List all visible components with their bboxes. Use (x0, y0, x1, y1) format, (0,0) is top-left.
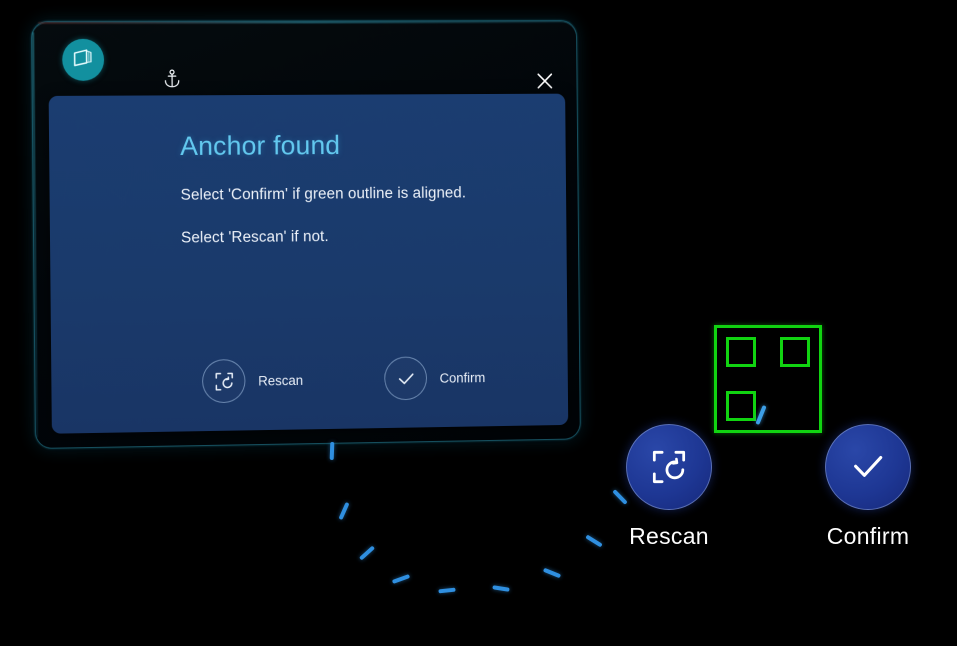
rescan-icon (201, 358, 246, 404)
slate-3d-icon (72, 47, 94, 72)
app-badge[interactable] (62, 38, 105, 81)
leader-dash (585, 534, 603, 548)
rescan-icon (626, 424, 712, 510)
world-rescan-label: Rescan (629, 523, 709, 549)
marker-corner-top-left (726, 337, 756, 367)
slate-titlebar (32, 21, 577, 94)
anchor-outline-marker (714, 325, 822, 433)
world-confirm-label: Confirm (826, 523, 910, 549)
holographic-slate-panel: Anchor found Select 'Confirm' if green o… (31, 21, 580, 448)
anchor-found-dialog: Anchor found Select 'Confirm' if green o… (48, 93, 569, 434)
anchor-icon (163, 69, 180, 93)
world-rescan-button[interactable]: Rescan (626, 424, 712, 550)
leader-dash (391, 574, 411, 584)
leader-dash (338, 501, 350, 521)
dialog-actions: Rescan Confirm (51, 354, 568, 413)
checkmark-icon (825, 424, 911, 510)
marker-corner-top-right (780, 337, 810, 367)
dialog-rescan-button[interactable]: Rescan (201, 358, 304, 404)
world-confirm-button[interactable]: Confirm (825, 424, 911, 550)
dialog-rescan-label: Rescan (258, 372, 304, 389)
leader-dash (438, 587, 456, 594)
dialog-confirm-label: Confirm (439, 369, 486, 386)
close-icon (535, 71, 554, 96)
dialog-instruction-confirm: Select 'Confirm' if green outline is ali… (180, 184, 467, 204)
marker-corner-bottom-left (726, 391, 756, 421)
leader-dash (329, 441, 335, 461)
leader-dash (358, 545, 376, 561)
dialog-instruction-rescan: Select 'Rescan' if not. (180, 228, 329, 247)
leader-dash (492, 585, 510, 592)
leader-dash (542, 567, 562, 579)
dialog-title: Anchor found (180, 130, 341, 161)
anchor-icon-button[interactable] (156, 65, 188, 97)
dialog-confirm-button[interactable]: Confirm (384, 356, 485, 401)
checkmark-icon (384, 356, 428, 401)
